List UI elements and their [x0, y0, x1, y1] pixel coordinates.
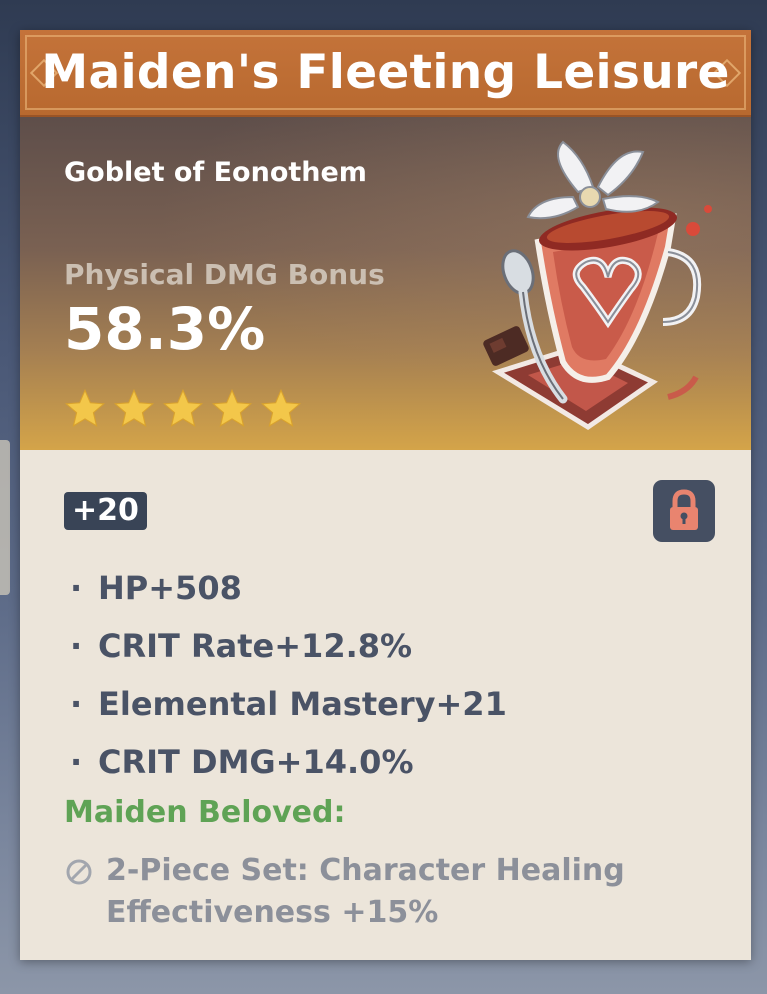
substat-item: · CRIT Rate+12.8% — [70, 618, 507, 676]
star-icon — [211, 388, 253, 428]
lock-icon — [670, 489, 698, 530]
lock-button[interactable] — [653, 480, 715, 542]
substat-text: CRIT DMG+14.0% — [98, 743, 414, 781]
main-stat-value: 58.3% — [64, 295, 266, 363]
substat-item: · HP+508 — [70, 560, 507, 618]
substat-text: Elemental Mastery+21 — [98, 685, 507, 723]
bullet: · — [70, 685, 83, 723]
star-icon — [260, 388, 302, 428]
substat-text: CRIT Rate+12.8% — [98, 627, 413, 665]
title-bar: Maiden's Fleeting Leisure — [20, 30, 751, 117]
set-bonus-2pc: 2-Piece Set: Character Healing Effective… — [64, 850, 714, 934]
substat-list: · HP+508 · CRIT Rate+12.8% · Elemental Mast… — [70, 560, 507, 792]
star-icon — [162, 388, 204, 428]
substat-text: HP+508 — [98, 569, 242, 607]
substat-item: · Elemental Mastery+21 — [70, 676, 507, 734]
star-icon — [113, 388, 155, 428]
artifact-header: Goblet of Eonothem Physical DMG Bonus 58… — [20, 117, 751, 450]
artifact-set-name: Maiden Beloved: — [64, 795, 346, 830]
set-bonus-text: 2-Piece Set: Character Healing Effective… — [106, 853, 625, 930]
bullet: · — [70, 743, 83, 781]
goblet-artifact-icon — [483, 140, 712, 430]
star-icon — [64, 388, 106, 428]
artifact-name: Maiden's Fleeting Leisure — [41, 45, 730, 100]
rarity-stars — [62, 387, 304, 431]
bullet: · — [70, 627, 83, 665]
inactive-circle-slash-icon — [66, 859, 92, 885]
background-panel-edge — [0, 440, 10, 595]
artifact-level-badge: +20 — [64, 492, 147, 530]
artifact-detail-card: Maiden's Fleeting Leisure Goblet of Eono… — [20, 30, 751, 960]
bullet: · — [70, 569, 83, 607]
artifact-slot-type: Goblet of Eonothem — [64, 157, 367, 188]
substat-item: · CRIT DMG+14.0% — [70, 734, 507, 792]
main-stat-label: Physical DMG Bonus — [64, 258, 385, 291]
